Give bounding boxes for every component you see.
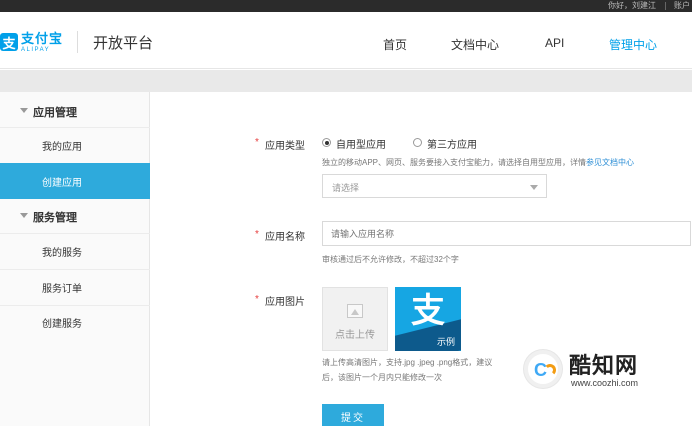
sample-image: 支 示例: [395, 287, 461, 351]
logo-text-en: ALIPAY: [21, 46, 51, 53]
radio-self-use-label[interactable]: 自用型应用: [336, 136, 386, 151]
app-image-hint-line2: 后，该图片一个月内只能修改一次: [322, 373, 442, 382]
required-asterisk: *: [255, 229, 259, 240]
sidebar: 应用管理 我的应用 创建应用 服务管理 我的服务 服务订单 创建服务: [0, 92, 150, 426]
nav-management[interactable]: 管理中心: [609, 36, 657, 53]
sidebar-group-label: 服务管理: [33, 212, 77, 224]
app-type-hint: 独立的移动APP、网页、服务要接入支付宝能力，请选择自用型应用，详情参见文档中心: [322, 158, 635, 167]
app-image-hint-line1: 请上传高清图片，支持.jpg .jpeg .png格式，建议: [322, 358, 493, 367]
header-band: [0, 70, 692, 92]
sidebar-item-label: 服务订单: [42, 284, 82, 295]
sidebar-item-label: 创建应用: [42, 178, 82, 189]
radio-third-party-app[interactable]: [413, 138, 422, 147]
site-header: 支 支付宝 ALIPAY 开放平台 首页 文档中心 API 管理中心: [0, 12, 692, 69]
required-asterisk: *: [255, 137, 259, 148]
top-bar-divider: [665, 2, 666, 10]
upload-label: 点击上传: [335, 330, 375, 341]
doc-center-link[interactable]: 参见文档中心: [586, 158, 634, 167]
collapse-triangle-icon: [20, 108, 28, 113]
sidebar-item-create-service[interactable]: 创建服务: [0, 304, 150, 340]
sidebar-item-label: 我的应用: [42, 142, 82, 153]
sidebar-group-label: 应用管理: [33, 107, 77, 119]
watermark-url: www.coozhi.com: [571, 378, 639, 388]
image-upload-button[interactable]: 点击上传: [322, 287, 388, 351]
nav-docs[interactable]: 文档中心: [451, 36, 499, 53]
image-placeholder-icon: [347, 304, 363, 318]
submit-button[interactable]: 提交: [322, 404, 384, 426]
sidebar-item-my-services[interactable]: 我的服务: [0, 233, 150, 269]
chevron-down-icon: [530, 185, 538, 190]
alipay-logo-icon: 支: [0, 33, 18, 51]
app-name-label: 应用名称: [265, 232, 305, 243]
alipay-sample-icon: 支: [411, 292, 445, 330]
sidebar-item-create-app[interactable]: 创建应用: [0, 163, 150, 199]
app-name-input[interactable]: [322, 221, 691, 246]
sample-caption: 示例: [436, 337, 455, 347]
required-asterisk: *: [255, 294, 259, 305]
sidebar-group-service-management[interactable]: 服务管理: [0, 199, 150, 233]
alipay-logo[interactable]: 支 支付宝 ALIPAY: [0, 28, 63, 56]
sidebar-item-label: 我的服务: [42, 248, 82, 259]
coozhi-logo-icon: C: [524, 350, 562, 388]
app-name-hint: 审核通过后不允许修改，不超过32个字: [322, 255, 459, 264]
app-type-label: 应用类型: [265, 141, 305, 152]
select-placeholder: 请选择: [332, 183, 360, 193]
nav-api[interactable]: API: [545, 36, 564, 50]
logo-divider: [77, 31, 78, 53]
radio-third-party-label[interactable]: 第三方应用: [427, 136, 477, 151]
sidebar-item-label: 创建服务: [42, 319, 82, 330]
user-greeting-link[interactable]: 你好，刘建江: [608, 0, 656, 12]
watermark-name: 酷知网: [569, 353, 639, 378]
account-link[interactable]: 账户: [674, 0, 690, 12]
top-bar: 你好，刘建江 账户: [0, 0, 692, 12]
sidebar-item-service-orders[interactable]: 服务订单: [0, 269, 150, 305]
sidebar-group-app-management[interactable]: 应用管理: [0, 94, 150, 128]
radio-self-use-app[interactable]: [322, 138, 331, 147]
app-category-select[interactable]: 请选择: [322, 174, 547, 198]
platform-title: 开放平台: [93, 35, 154, 52]
sidebar-item-my-apps[interactable]: 我的应用: [0, 127, 150, 163]
coozhi-watermark: C 酷知网 www.coozhi.com: [512, 344, 682, 394]
logo-text-cn: 支付宝: [21, 30, 64, 46]
collapse-triangle-icon: [20, 213, 28, 218]
app-image-label: 应用图片: [265, 297, 305, 308]
nav-home[interactable]: 首页: [383, 36, 407, 53]
